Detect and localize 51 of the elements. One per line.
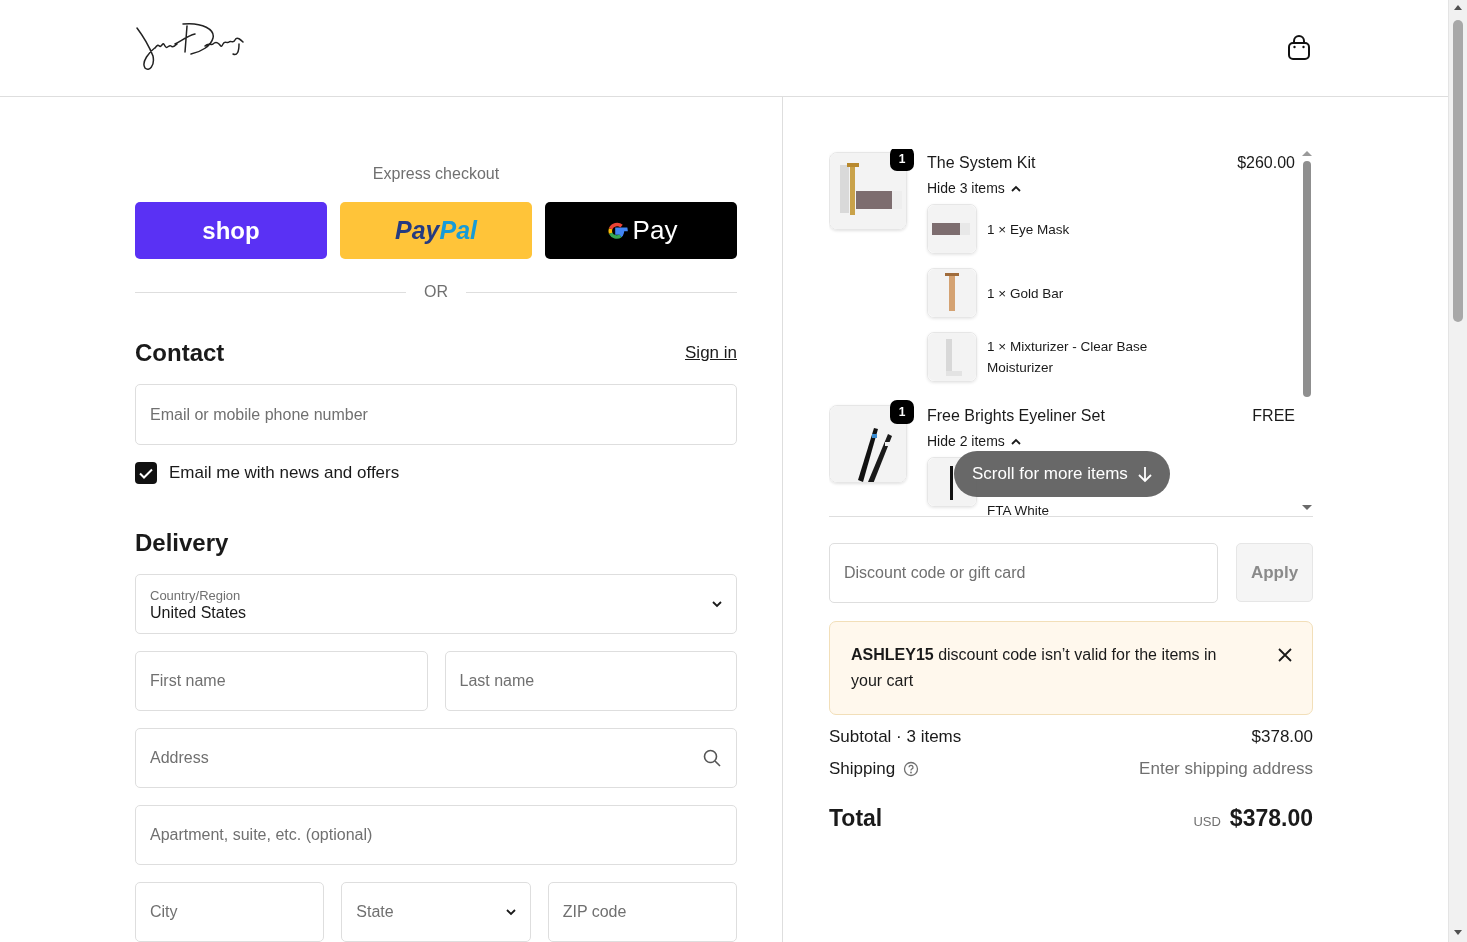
paypal-button[interactable]: PayPal (340, 202, 532, 259)
check-icon (139, 467, 153, 479)
product-price: FREE (1252, 407, 1295, 425)
summary-label: Shipping (829, 759, 920, 779)
quantity-badge: 1 (890, 400, 914, 424)
input-field[interactable]: Last name (444, 651, 737, 711)
arrow-down-icon (1137, 465, 1152, 483)
summary-value: $378.00 (1251, 727, 1313, 747)
email-field[interactable]: Email or mobile phone number (135, 384, 737, 445)
shop-pay-button[interactable]: shop (135, 202, 327, 259)
bundle-item: 1 × Gold Bar (987, 284, 1064, 303)
field-label: Country/Region (150, 588, 241, 603)
country-select[interactable]: Country/Region United States (135, 574, 737, 634)
scrollbar[interactable] (1301, 149, 1313, 513)
field-value: United States (150, 604, 247, 621)
help-icon[interactable] (903, 761, 920, 777)
chevron-down-icon (505, 908, 516, 916)
summary-label: Subtotal · 3 items (829, 727, 962, 747)
product-name: Free Brights Eyeliner Set (927, 407, 1105, 425)
google-pay-button[interactable]: Pay (545, 202, 737, 259)
section-label: Express checkout (371, 165, 501, 183)
state-select[interactable]: State (341, 882, 531, 942)
total-label: Total (829, 805, 883, 832)
bundle-item: FTA White (987, 502, 1049, 516)
scroll-hint[interactable]: Scroll for more items (954, 451, 1170, 497)
close-icon[interactable] (1278, 648, 1292, 662)
section-heading: Delivery (135, 529, 230, 557)
product-price: $260.00 (1237, 154, 1295, 172)
section-heading: Contact (135, 339, 225, 367)
input-field[interactable]: First name (135, 651, 428, 711)
alert-message: ASHLEY15 discount code isn’t valid for the items in your cart (851, 645, 1218, 691)
sign-in-link[interactable]: Sign in (685, 343, 737, 363)
input-field[interactable]: City (135, 882, 325, 942)
bundle-item: 1 × Mixturizer - Clear Base Moisturizer (987, 338, 1149, 377)
input-field[interactable]: ZIP code (547, 882, 737, 942)
summary-value: Enter shipping address (1139, 759, 1313, 779)
input-field[interactable]: Apartment, suite, etc. (optional) (135, 805, 737, 865)
toggle-items-button[interactable]: Hide 2 items (927, 433, 1021, 449)
currency-code: USD (1193, 814, 1221, 829)
quantity-badge: 1 (890, 149, 914, 171)
search-icon[interactable] (703, 749, 721, 767)
chevron-down-icon (712, 600, 722, 608)
shopping-bag-icon[interactable] (1287, 35, 1311, 61)
product-name: The System Kit (927, 154, 1036, 172)
toggle-items-button[interactable]: Hide 3 items (927, 180, 1021, 196)
total-amount: $378.00 (1229, 805, 1313, 832)
bundle-item: 1 × Eye Mask (987, 220, 1070, 239)
separator-label: OR (424, 283, 448, 301)
checkbox[interactable] (135, 462, 157, 484)
address-field[interactable]: Address (135, 728, 737, 788)
checkbox-label: Email me with news and offers (169, 463, 400, 483)
